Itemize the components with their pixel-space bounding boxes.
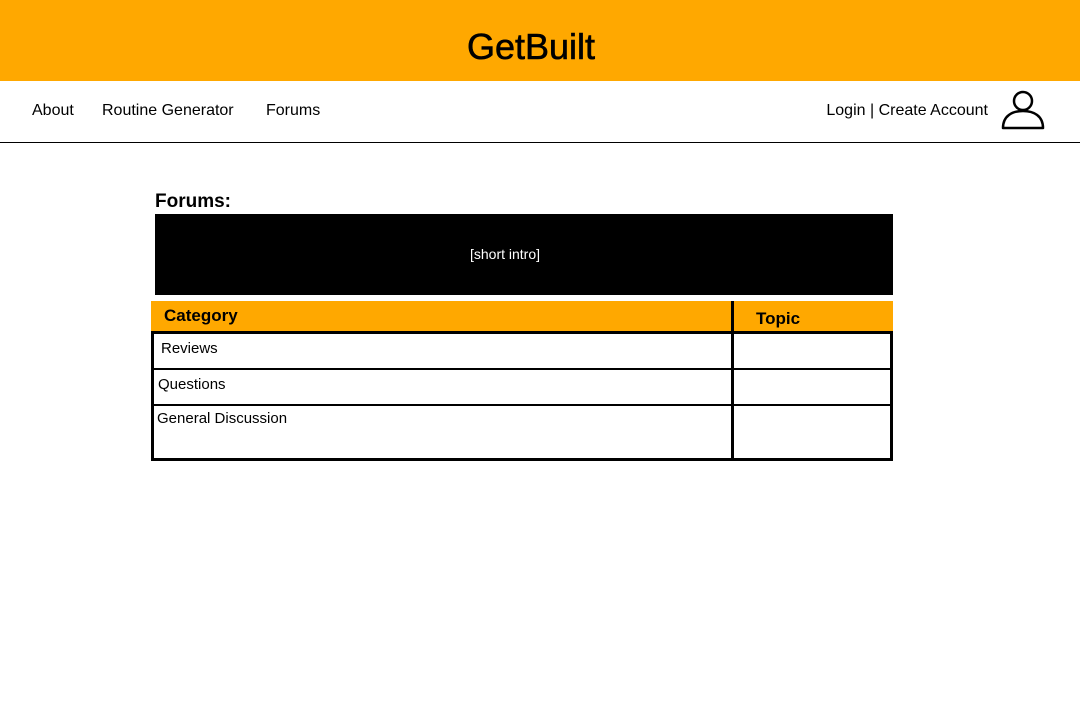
site-header: GetBuilt (0, 0, 1080, 81)
topic-cell-general-discussion[interactable] (735, 406, 890, 458)
nav-routine-generator-link[interactable]: Routine Generator (102, 101, 234, 121)
intro-text: [short intro] (469, 246, 541, 262)
nav-forums-link[interactable]: Forums (266, 101, 320, 121)
category-cell: Reviews (161, 340, 218, 357)
category-cell: Questions (158, 376, 226, 393)
category-column-header: Category (164, 306, 238, 325)
intro-banner: [short intro] (155, 214, 893, 295)
forum-table: Reviews Questions General Discussion (151, 331, 893, 461)
account-separator: | (869, 102, 875, 119)
user-avatar-icon[interactable] (1000, 90, 1046, 132)
table-row-questions[interactable]: Questions (154, 370, 731, 404)
table-row-reviews[interactable]: Reviews (154, 334, 731, 368)
login-link[interactable]: Login (826, 102, 865, 119)
account-links: Login | Create Account (826, 101, 988, 121)
table-row-general-discussion[interactable]: General Discussion (154, 406, 731, 458)
create-account-link[interactable]: Create Account (879, 102, 988, 119)
nav-about-link[interactable]: About (32, 101, 74, 121)
topic-cell-reviews[interactable] (735, 334, 890, 368)
site-title[interactable]: GetBuilt (0, 26, 1062, 68)
topic-column-header: Topic (756, 309, 801, 328)
forums-heading: Forums: (155, 191, 231, 212)
topic-cell-questions[interactable] (735, 370, 890, 404)
category-cell: General Discussion (157, 410, 288, 427)
forum-table-header: Category Topic (151, 301, 893, 332)
navbar: About Routine Generator Forums Login | C… (0, 81, 1080, 143)
column-divider (731, 301, 734, 458)
